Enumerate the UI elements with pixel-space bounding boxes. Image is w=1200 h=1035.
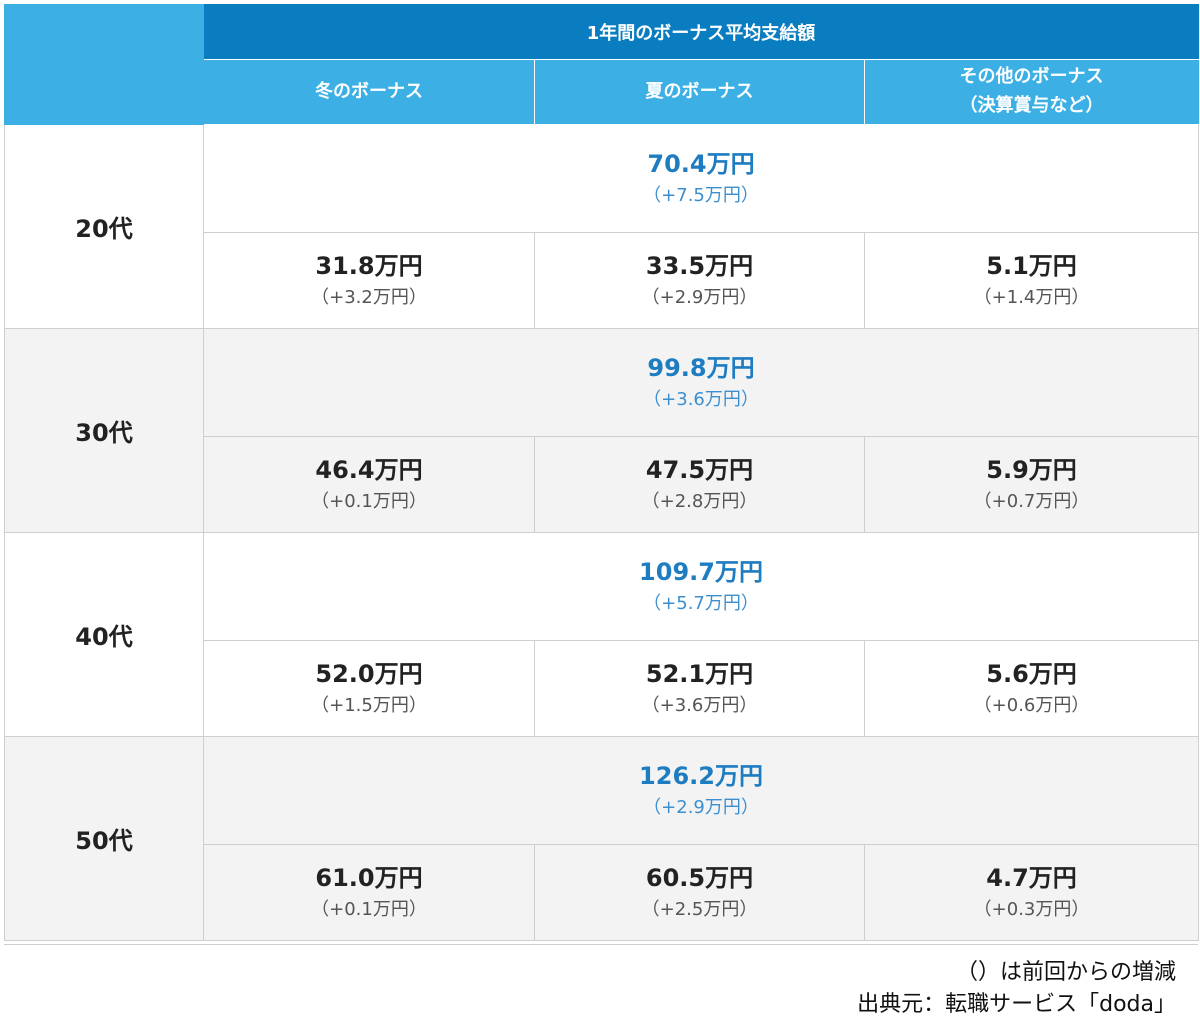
table-row: 20代 70.4万円 （+7.5万円） (4, 124, 1200, 329)
total-value: 126.2万円 (639, 761, 763, 790)
other-delta: （+0.3万円） (973, 898, 1090, 920)
summer-cell: 60.5万円 （+2.5万円） (534, 844, 865, 941)
source-note: 出典元：転職サービス「doda」 (857, 992, 1176, 1017)
winter-value: 52.0万円 (315, 659, 423, 688)
winter-delta: （+3.2万円） (311, 286, 427, 308)
winter-value: 61.0万円 (315, 863, 423, 892)
winter-delta: （+1.5万円） (311, 694, 427, 716)
total-delta: （+3.6万円） (643, 388, 759, 410)
winter-cell: 52.0万円 （+1.5万円） (203, 640, 535, 737)
total-cell: 109.7万円 （+5.7万円） (202, 532, 1200, 641)
other-value: 4.7万円 (986, 863, 1077, 892)
total-delta: （+2.9万円） (643, 796, 759, 818)
summer-delta: （+2.5万円） (641, 898, 758, 920)
table-row: 30代 99.8万円 （+3.6万円） (4, 328, 1200, 533)
summer-delta: （+2.9万円） (641, 286, 758, 308)
column-header-other-line1: その他のボーナス (959, 66, 1104, 88)
winter-value: 46.4万円 (315, 455, 423, 484)
winter-value: 31.8万円 (315, 251, 423, 280)
bonus-table: 1年間のボーナス平均支給額 冬のボーナス 夏のボーナス その他のボーナス （決算… (4, 4, 1200, 941)
column-header-other-line2: （決算賞与など） (959, 95, 1104, 116)
other-delta: （+1.4万円） (973, 286, 1090, 308)
table-title: 1年間のボーナス平均支給額 (202, 4, 1200, 60)
other-delta: （+0.6万円） (973, 694, 1090, 716)
total-cell: 99.8万円 （+3.6万円） (202, 328, 1200, 437)
winter-cell: 31.8万円 （+3.2万円） (203, 232, 535, 329)
age-label: 50代 (4, 736, 204, 941)
winter-delta: （+0.1万円） (311, 898, 427, 920)
winter-cell: 61.0万円 （+0.1万円） (203, 844, 535, 941)
summer-value: 33.5万円 (645, 251, 754, 280)
summer-cell: 47.5万円 （+2.8万円） (534, 436, 865, 533)
column-header-winter: 冬のボーナス (203, 59, 535, 125)
summer-cell: 52.1万円 （+3.6万円） (534, 640, 865, 737)
other-delta: （+0.7万円） (973, 490, 1090, 512)
summer-value: 47.5万円 (645, 455, 754, 484)
summer-value: 52.1万円 (645, 659, 754, 688)
age-label: 20代 (4, 124, 204, 329)
other-value: 5.6万円 (986, 659, 1077, 688)
other-cell: 4.7万円 （+0.3万円） (863, 844, 1200, 941)
winter-cell: 46.4万円 （+0.1万円） (203, 436, 535, 533)
other-cell: 5.9万円 （+0.7万円） (863, 436, 1200, 533)
other-cell: 5.6万円 （+0.6万円） (863, 640, 1200, 737)
total-cell: 126.2万円 （+2.9万円） (202, 736, 1200, 845)
column-header-other: その他のボーナス （決算賞与など） (863, 59, 1200, 125)
total-value: 70.4万円 (647, 149, 755, 178)
age-label: 30代 (4, 328, 204, 533)
total-value: 99.8万円 (647, 353, 755, 382)
other-value: 5.1万円 (986, 251, 1077, 280)
age-label: 40代 (4, 532, 204, 737)
column-header-summer: 夏のボーナス (534, 59, 865, 125)
table-row: 40代 109.7万円 （+5.7万円） (4, 532, 1200, 737)
total-delta: （+5.7万円） (643, 592, 759, 614)
other-cell: 5.1万円 （+1.4万円） (863, 232, 1200, 329)
summer-delta: （+3.6万円） (641, 694, 758, 716)
winter-delta: （+0.1万円） (311, 490, 427, 512)
page: 1年間のボーナス平均支給額 冬のボーナス 夏のボーナス その他のボーナス （決算… (0, 0, 1200, 1035)
total-cell: 70.4万円 （+7.5万円） (202, 124, 1200, 233)
total-delta: （+7.5万円） (643, 184, 759, 206)
table-row: 50代 126.2万円 （+2.9万円） (4, 736, 1200, 941)
header-corner (4, 4, 204, 125)
summer-cell: 33.5万円 （+2.9万円） (534, 232, 865, 329)
divider (4, 944, 1198, 945)
summer-value: 60.5万円 (645, 863, 754, 892)
delta-note: （）は前回からの増減 (955, 960, 1176, 985)
other-value: 5.9万円 (986, 455, 1077, 484)
summer-delta: （+2.8万円） (641, 490, 758, 512)
total-value: 109.7万円 (639, 557, 763, 586)
